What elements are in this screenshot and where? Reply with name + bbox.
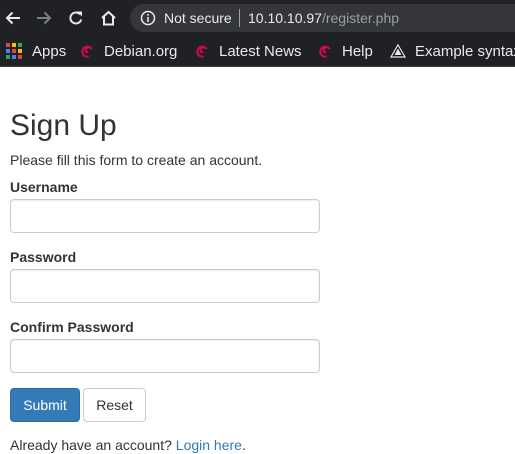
submit-button[interactable]: Submit [10,388,80,422]
debian-swirl-icon [319,45,331,58]
url-divider [239,9,240,27]
bookmark-label: Help [342,42,373,60]
password-field[interactable] [10,269,320,303]
reset-button[interactable]: Reset [83,388,146,422]
bookmark-label: Debian.org [104,42,178,60]
debian-swirl-icon [196,45,208,58]
security-status[interactable]: Not secure [164,10,232,26]
bookmarks-bar: Apps Debian.org Latest News Help Example… [0,36,515,67]
username-field[interactable] [10,199,320,233]
login-prompt: Already have an account? Login here. [10,436,246,454]
bookmark-label: Apps [32,42,67,60]
password-label: Password [10,249,77,265]
username-label: Username [10,179,78,195]
triangle-logo-icon [390,43,406,58]
browser-toolbar: Not secure 10.10.10.97/register.php [0,0,515,36]
arrow-left-icon [5,11,20,25]
reload-icon [69,11,83,25]
apps-grid-icon [6,43,22,59]
bookmark-label: Latest News [219,42,302,60]
bookmark-label: Example syntax [415,42,515,60]
page-subtitle: Please fill this form to create an accou… [10,152,263,168]
bookmark-help[interactable]: Help [317,36,373,66]
confirm-password-field[interactable] [10,339,320,373]
url-text[interactable]: 10.10.10.97/register.php [248,10,399,26]
debian-swirl-icon [81,45,93,58]
url-path: /register.php [321,10,400,26]
reload-button[interactable] [64,6,88,30]
back-button[interactable] [1,6,25,30]
bookmark-example-syntax[interactable]: Example syntax [390,36,515,66]
bookmark-apps[interactable]: Apps [6,36,66,66]
url-host: 10.10.10.97 [248,10,322,26]
address-bar[interactable]: Not secure 10.10.10.97/register.php [130,4,515,32]
page-title: Sign Up [10,109,117,142]
bookmark-latest-news[interactable]: Latest News [194,36,302,66]
bookmark-debian[interactable]: Debian.org [79,36,177,66]
home-icon [100,10,116,26]
home-button[interactable] [96,6,120,30]
info-icon[interactable] [140,10,156,26]
arrow-right-icon [37,11,52,25]
confirm-password-label: Confirm Password [10,319,134,335]
forward-button[interactable] [32,6,56,30]
